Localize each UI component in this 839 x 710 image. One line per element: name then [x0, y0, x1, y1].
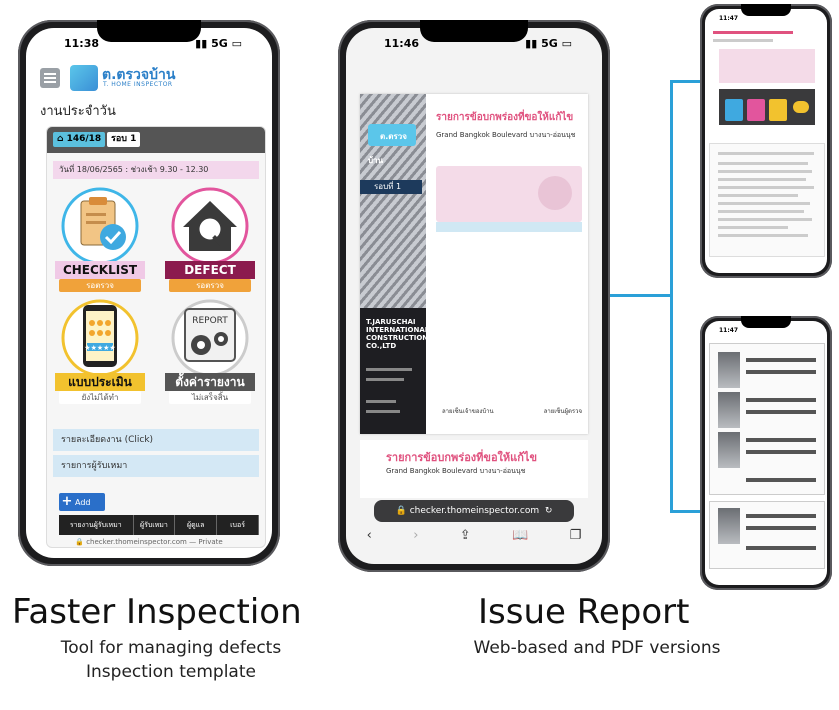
- connector-line: [610, 294, 672, 297]
- report-settings-title: ตั้งค่ารายงาน: [165, 373, 255, 391]
- checklist-title: CHECKLIST: [55, 261, 145, 279]
- forward-icon[interactable]: ›: [413, 528, 418, 552]
- brand-subtitle: T. HOME INSPECTOR: [103, 81, 173, 88]
- round-badge: รอบ 1: [107, 132, 141, 147]
- col-phone: เบอร์: [217, 515, 259, 535]
- pdf-page-1: [709, 343, 825, 495]
- phone-notch: [741, 316, 791, 328]
- app-header: ต.ตรวจบ้าน T. HOME INSPECTOR: [26, 62, 272, 96]
- report-settings-tile[interactable]: REPORT ตั้งค่ารายงาน ไม่เสร็จสิ้น: [165, 299, 255, 411]
- middle-phone-screen: 11:46 ▮▮ 5G ▭ ต.ตรวจบ้าน รอบที่ 1 T.JARU…: [346, 28, 602, 564]
- defect-list-page: [709, 143, 825, 257]
- connector-line: [670, 510, 702, 513]
- contractors-row[interactable]: รายการผู้รับเหมา: [53, 455, 259, 477]
- assessment-title: แบบประเมิน: [55, 373, 145, 391]
- status-time: 11:38: [64, 37, 100, 50]
- report-page-2-title: รายการข้อบกพร่องที่ขอให้แก้ไข: [386, 451, 537, 464]
- plus-icon: +: [61, 494, 73, 509]
- defect-title: DEFECT: [165, 261, 255, 279]
- developer-bar: DEVELOPER : SC ASSET: [436, 222, 582, 239]
- details-link[interactable]: รายละเอียดงาน (Click): [53, 429, 259, 451]
- checklist-icon: [61, 187, 139, 265]
- browser-toolbar: ‹ › ⇪ 📖 ❐: [346, 528, 602, 552]
- report-cover-image: ต.ตรวจบ้าน รอบที่ 1 T.JARUSCHAI INTERNAT…: [360, 94, 430, 434]
- rating-phone-icon: ★★★★★: [61, 299, 139, 377]
- report-cover: ต.ตรวจบ้าน รอบที่ 1 T.JARUSCHAI INTERNAT…: [360, 94, 588, 434]
- col-contractor: ผู้รับเหมา: [134, 515, 176, 535]
- add-button[interactable]: + Add: [59, 493, 105, 511]
- contractor-table-header: รายงานผู้รับเหมา ผู้รับเหมา ผู้ดูแล เบอร…: [59, 515, 259, 535]
- unit-badge: ⌂ 146/18: [53, 132, 106, 147]
- col-contractor-report: รายงานผู้รับเหมา: [59, 515, 134, 535]
- defect-photo: [718, 508, 740, 544]
- unit-info-box: [719, 49, 815, 83]
- report-settings-status: ไม่เสร็จสิ้น: [169, 391, 251, 404]
- right-caption-line1: Web-based and PDF versions: [473, 638, 721, 658]
- report-gear-icon: REPORT: [171, 299, 249, 377]
- share-icon[interactable]: ⇪: [460, 528, 471, 552]
- page-title: งานประจำวัน: [40, 104, 116, 119]
- left-phone: 11:38 ▮▮ 5G ▭ ต.ตรวจบ้าน T. HOME INSPECT…: [18, 20, 280, 566]
- brand-logo-icon: ต.ตรวจบ้าน: [368, 124, 416, 165]
- pdf-page-2: [709, 501, 825, 569]
- round-tag: รอบที่ 1: [360, 180, 422, 194]
- svg-text:★★★★★: ★★★★★: [84, 344, 115, 352]
- phone-notch: [420, 20, 528, 42]
- col-supervisor: ผู้ดูแล: [175, 515, 218, 535]
- tabs-icon[interactable]: ❐: [570, 528, 582, 552]
- status-time: 11:47: [719, 15, 739, 22]
- status-network: ▮▮ 5G ▭: [195, 37, 242, 50]
- phone-notch: [741, 4, 791, 16]
- company-name: T.JARUSCHAI INTERNATIONAL CONSTRUCTION C…: [366, 318, 430, 350]
- web-report-phone: 11:47: [700, 4, 832, 278]
- house-icon: [538, 176, 572, 210]
- pdf-report-phone: 11:47: [700, 316, 832, 590]
- connector-line: [670, 80, 673, 512]
- weather-summary: [719, 89, 815, 125]
- back-icon[interactable]: ‹: [367, 528, 372, 552]
- signature-row: ลายเซ็นเจ้าของบ้าน ลายเซ็นผู้ตรวจ: [442, 406, 582, 416]
- status-network: ▮▮ 5G ▭: [525, 37, 572, 50]
- pdf-report-screen: 11:47: [705, 321, 827, 585]
- bookmarks-icon[interactable]: 📖: [512, 528, 528, 552]
- right-caption-title: Issue Report: [478, 592, 690, 632]
- job-card: ⌂ 146/18 รอบ 1 วันที่ 18/06/2565 : ช่วงเ…: [46, 126, 266, 548]
- inspector-signature: ลายเซ็นผู้ตรวจ: [543, 408, 582, 415]
- schedule-date: วันที่ 18/06/2565 : ช่วงเช้า 9.30 - 12.3…: [53, 161, 259, 179]
- job-card-header: ⌂ 146/18 รอบ 1: [47, 127, 265, 153]
- connector-line: [670, 80, 702, 83]
- left-caption-line1: Tool for managing defects: [60, 638, 282, 658]
- report-page-2: รายการข้อบกพร่องที่ขอให้แก้ไข Grand Bang…: [360, 440, 588, 498]
- svg-text:REPORT: REPORT: [192, 316, 228, 326]
- brand-logo-icon: [70, 65, 98, 91]
- web-report-screen: 11:47: [705, 9, 827, 273]
- assessment-tile[interactable]: ★★★★★ แบบประเมิน ยังไม่ได้ทำ: [55, 299, 145, 411]
- url-bar[interactable]: 🔒 checker.thomeinspector.com — Private: [26, 538, 272, 546]
- checklist-status: รอตรวจ: [59, 279, 141, 292]
- project-name: Grand Bangkok Boulevard บางนา-อ่อนนุช: [436, 131, 576, 139]
- url-bar[interactable]: 🔒 checker.thomeinspector.com ↻: [374, 500, 574, 522]
- defect-photo: [718, 432, 740, 468]
- defect-icon: [171, 187, 249, 265]
- defect-photo: [718, 392, 740, 428]
- report-page-2-project: Grand Bangkok Boulevard บางนา-อ่อนนุช: [386, 467, 526, 475]
- status-time: 11:47: [719, 327, 739, 334]
- defect-status: รอตรวจ: [169, 279, 251, 292]
- left-phone-screen: 11:38 ▮▮ 5G ▭ ต.ตรวจบ้าน T. HOME INSPECT…: [26, 28, 272, 558]
- status-time: 11:46: [384, 37, 420, 50]
- assessment-status: ยังไม่ได้ทำ: [59, 391, 141, 404]
- unit-info-box: [436, 166, 582, 222]
- phone-notch: [97, 20, 201, 42]
- checklist-tile[interactable]: CHECKLIST รอตรวจ: [55, 187, 145, 299]
- left-caption-title: Faster Inspection: [12, 592, 302, 632]
- defect-tile[interactable]: DEFECT รอตรวจ: [165, 187, 255, 299]
- report-title: รายการข้อบกพร่องที่ขอให้แก้ไข: [436, 112, 574, 123]
- defect-photo: [718, 352, 740, 388]
- middle-phone: 11:46 ▮▮ 5G ▭ ต.ตรวจบ้าน รอบที่ 1 T.JARU…: [338, 20, 610, 572]
- owner-signature: ลายเซ็นเจ้าของบ้าน: [442, 408, 494, 415]
- left-caption-line2: Inspection template: [86, 662, 256, 682]
- company-strip: T.JARUSCHAI INTERNATIONAL CONSTRUCTION C…: [360, 308, 430, 434]
- menu-icon[interactable]: [40, 68, 60, 88]
